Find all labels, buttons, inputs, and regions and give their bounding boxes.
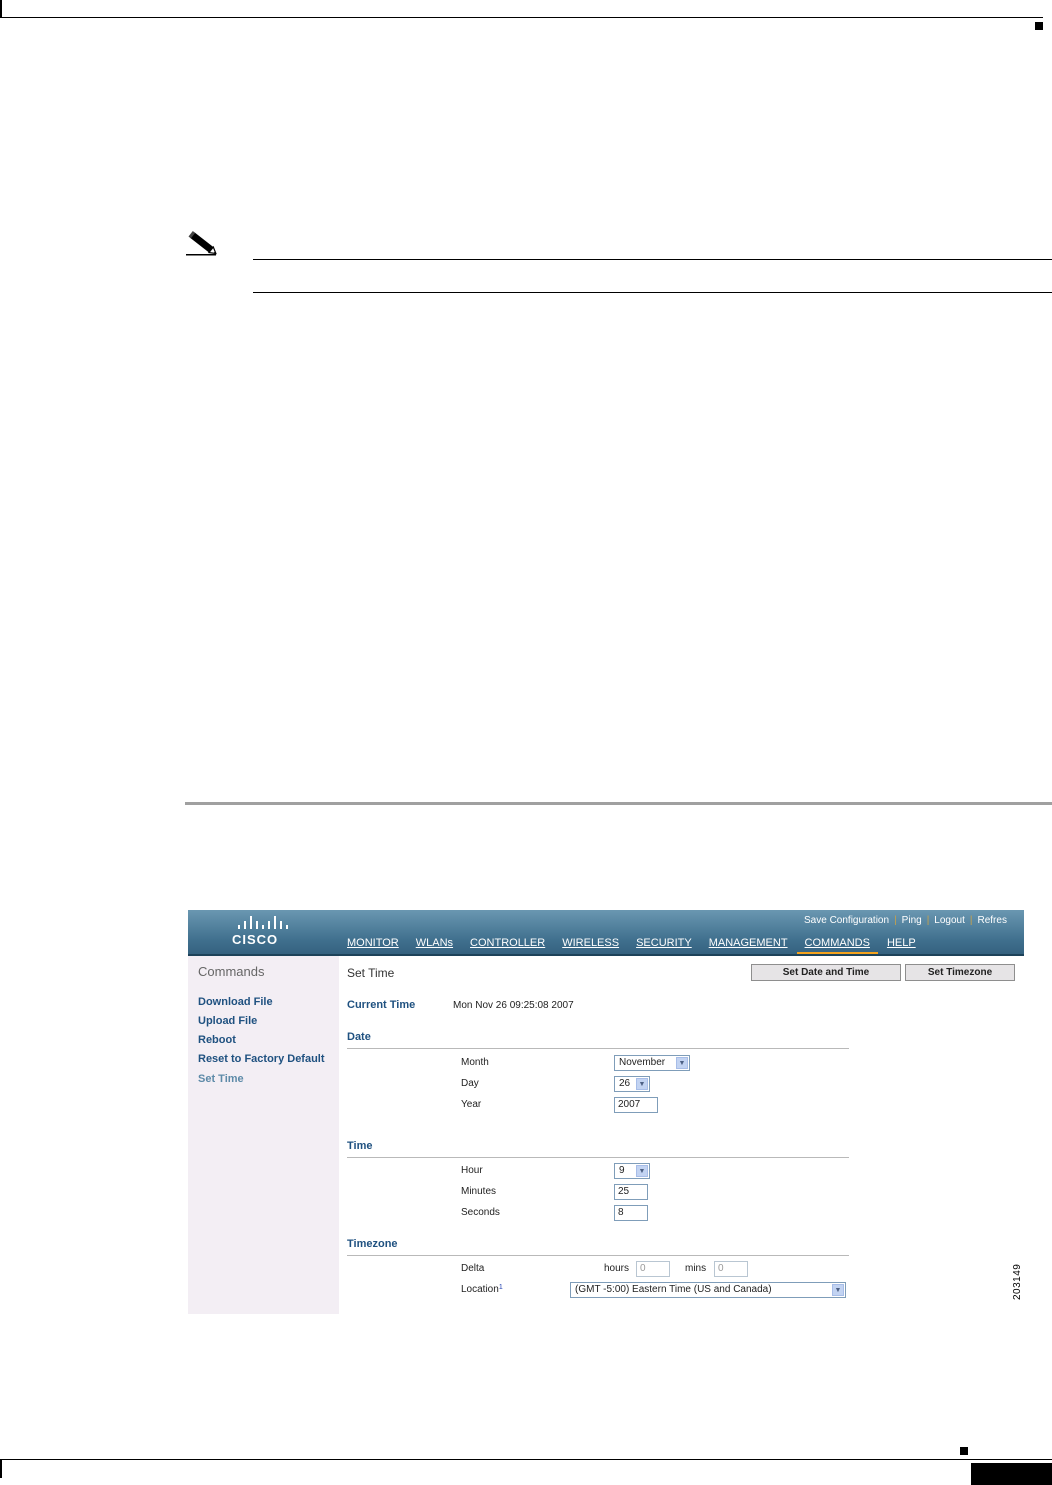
mins-label: mins <box>685 1263 707 1274</box>
location-footnote[interactable]: 1 <box>499 1284 503 1291</box>
date-divider <box>347 1048 849 1049</box>
sidebar-title: Commands <box>198 964 265 979</box>
seconds-label: Seconds <box>461 1207 500 1218</box>
nav-wireless[interactable]: WIRELESS <box>562 937 619 949</box>
logo-text: CISCO <box>232 932 279 947</box>
page-title: Set Time <box>347 966 395 980</box>
time-divider <box>347 1157 849 1158</box>
header-marker <box>1035 22 1043 30</box>
sidebar-item-reboot[interactable]: Reboot <box>198 1034 236 1046</box>
sidebar-item-reset-factory-default[interactable]: Reset to Factory Default <box>198 1053 325 1065</box>
note-icon <box>186 230 222 260</box>
month-select[interactable]: November ▼ <box>614 1055 690 1071</box>
step-divider <box>185 802 1052 805</box>
seconds-input[interactable]: 8 <box>614 1205 648 1221</box>
nav-help[interactable]: HELP <box>887 937 916 949</box>
nav-commands[interactable]: COMMANDS <box>796 937 879 955</box>
page-number-tab <box>971 1463 1052 1485</box>
chevron-down-icon: ▼ <box>676 1057 688 1069</box>
nav-monitor[interactable]: MONITOR <box>347 937 399 949</box>
minutes-input[interactable]: 25 <box>614 1184 648 1200</box>
save-configuration-link[interactable]: Save Configuration <box>804 915 889 926</box>
utility-links: Save Configuration | Ping | Logout | Refres <box>804 915 1007 926</box>
date-heading: Date <box>347 1031 371 1043</box>
time-heading: Time <box>347 1140 373 1152</box>
chevron-down-icon: ▼ <box>636 1078 648 1090</box>
day-value: 26 <box>619 1078 631 1089</box>
set-timezone-button[interactable]: Set Timezone <box>905 964 1015 981</box>
nav-management[interactable]: MANAGEMENT <box>709 937 788 949</box>
hour-value: 9 <box>619 1165 625 1176</box>
ping-link[interactable]: Ping <box>902 915 922 926</box>
footer-marker <box>960 1447 968 1455</box>
figure-id: 203149 <box>1012 1263 1023 1300</box>
location-value: (GMT -5:00) Eastern Time (US and Canada) <box>575 1284 772 1295</box>
main-nav: MONITOR WLANs CONTROLLER WIRELESS SECURI… <box>347 937 933 955</box>
main-panel: Set Time Set Date and Time Set Timezone … <box>339 956 1024 1314</box>
delta-hours-input[interactable]: 0 <box>636 1261 670 1277</box>
hours-label: hours <box>604 1263 630 1274</box>
day-select[interactable]: 26 ▼ <box>614 1076 650 1092</box>
month-label: Month <box>461 1057 489 1068</box>
nav-wlans[interactable]: WLANs <box>416 937 453 949</box>
refresh-link[interactable]: Refres <box>978 915 1007 926</box>
chevron-down-icon: ▼ <box>636 1165 648 1177</box>
timezone-heading: Timezone <box>347 1238 398 1250</box>
sidebar: Commands Download File Upload File Reboo… <box>188 956 339 1314</box>
bottom-left-tick <box>0 1460 2 1478</box>
sidebar-item-upload-file[interactable]: Upload File <box>198 1015 257 1027</box>
day-label: Day <box>461 1078 479 1089</box>
footer-rule <box>0 1459 1052 1460</box>
note-bottom-rule <box>253 292 1052 293</box>
location-select[interactable]: (GMT -5:00) Eastern Time (US and Canada)… <box>570 1282 846 1298</box>
hour-label: Hour <box>461 1165 483 1176</box>
delta-label: Delta <box>461 1263 485 1274</box>
sidebar-item-download-file[interactable]: Download File <box>198 996 273 1008</box>
top-left-tick <box>0 0 2 17</box>
nav-security[interactable]: SECURITY <box>636 937 692 949</box>
controller-screenshot: CISCO Save Configuration | Ping | Logout | Ref… <box>188 910 1024 1314</box>
minutes-label: Minutes <box>461 1186 497 1197</box>
month-value: November <box>619 1057 666 1068</box>
timezone-divider <box>347 1255 849 1256</box>
logout-link[interactable]: Logout <box>934 915 965 926</box>
nav-controller[interactable]: CONTROLLER <box>470 937 545 949</box>
sidebar-item-set-time[interactable]: Set Time <box>198 1073 244 1085</box>
year-input[interactable]: 2007 <box>614 1097 658 1113</box>
year-label: Year <box>461 1099 482 1110</box>
set-date-and-time-button[interactable]: Set Date and Time <box>751 964 901 981</box>
location-label: Location1 <box>461 1284 503 1295</box>
chevron-down-icon: ▼ <box>832 1284 844 1296</box>
header-rule <box>0 17 1043 18</box>
current-time-value: Mon Nov 26 09:25:08 2007 <box>453 1000 574 1011</box>
current-time-label: Current Time <box>347 999 416 1011</box>
header-bar: CISCO Save Configuration | Ping | Logout | Ref… <box>188 910 1024 955</box>
cisco-bars-icon <box>238 915 302 929</box>
delta-mins-input[interactable]: 0 <box>714 1261 748 1277</box>
location-label-text: Location <box>461 1284 499 1295</box>
note-top-rule <box>253 259 1052 260</box>
hour-select[interactable]: 9 ▼ <box>614 1163 650 1179</box>
cisco-logo: CISCO <box>232 915 302 951</box>
